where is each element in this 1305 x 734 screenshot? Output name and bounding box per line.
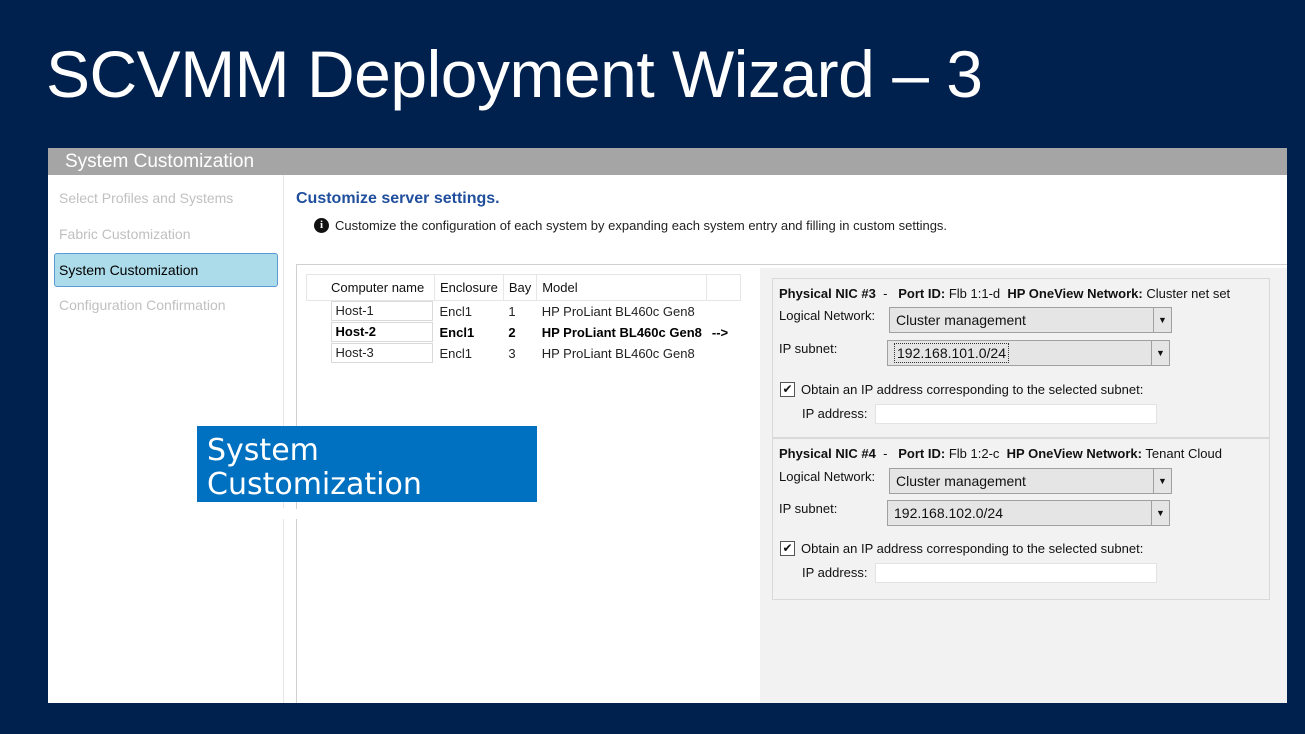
oneview-network-value: Cluster net set	[1146, 286, 1231, 301]
nav-item-system-customization[interactable]: System Customization	[54, 253, 278, 287]
nic-settings-area: Physical NIC #3 - Port ID: Flb 1:1-d HP …	[760, 268, 1287, 703]
ip-address-input[interactable]	[875, 404, 1157, 424]
callout-box: System Customization - Set names and IP …	[197, 426, 537, 524]
slide-title: SCVMM Deployment Wizard – 3	[46, 37, 983, 111]
chevron-down-icon[interactable]: ▼	[1151, 341, 1169, 365]
window-title: System Customization	[48, 148, 1287, 175]
chevron-down-icon[interactable]: ▼	[1153, 308, 1171, 332]
nic-header: Physical NIC #4 - Port ID: Flb 1:2-c HP …	[779, 446, 1222, 461]
column-header-bay[interactable]: Bay	[502, 274, 538, 301]
computer-name-input[interactable]: Host-3	[330, 343, 433, 363]
nic-label: Physical NIC #4	[779, 446, 876, 461]
nic-header: Physical NIC #3 - Port ID: Flb 1:1-d HP …	[779, 286, 1230, 301]
computer-name-input[interactable]: Host-2	[330, 322, 433, 342]
column-header-enclosure[interactable]: Enclosure	[434, 274, 504, 301]
obtain-ip-checkbox[interactable]: ✔	[780, 541, 795, 556]
bay-cell: 1	[508, 303, 516, 319]
ip-subnet-value: 192.168.101.0/24	[894, 343, 1009, 363]
nav-item-configuration-confirmation[interactable]: Configuration Confirmation	[54, 288, 278, 322]
ip-subnet-dropdown[interactable]: 192.168.101.0/24 ▼	[887, 340, 1170, 366]
ip-subnet-dropdown[interactable]: 192.168.102.0/24 ▼	[887, 500, 1170, 526]
info-icon: i	[314, 218, 329, 233]
row-marker: -->	[711, 324, 729, 340]
hosts-table-header: Computer name Enclosure Bay Model	[306, 274, 742, 301]
row-marker	[707, 301, 741, 322]
obtain-ip-label: Obtain an IP address corresponding to th…	[801, 541, 1144, 556]
nic-separator: -	[883, 286, 888, 301]
content-subtitle-text: Customize the configuration of each syst…	[335, 218, 948, 233]
enclosure-cell: Encl1	[439, 303, 473, 319]
oneview-network-value: Tenant Cloud	[1145, 446, 1222, 461]
content-subtitle: i Customize the configuration of each sy…	[314, 218, 947, 233]
nic-panel: Physical NIC #4 - Port ID: Flb 1:2-c HP …	[772, 438, 1270, 600]
logical-network-label: Logical Network:	[779, 308, 876, 323]
ip-subnet-label: IP subnet:	[779, 341, 838, 356]
column-header-computer-name[interactable]: Computer name	[306, 274, 435, 301]
logical-network-dropdown[interactable]: Cluster management ▼	[889, 468, 1172, 494]
table-row[interactable]: Host-2 Encl1 2 HP ProLiant BL460c Gen8 -…	[307, 322, 741, 343]
hosts-table: Computer name Enclosure Bay Model Host-1…	[306, 274, 742, 364]
nav-item-fabric-customization[interactable]: Fabric Customization	[54, 217, 278, 251]
nic-separator: -	[883, 446, 888, 461]
model-cell: HP ProLiant BL460c Gen8	[541, 345, 695, 361]
logical-network-value: Cluster management	[896, 473, 1026, 489]
chevron-down-icon[interactable]: ▼	[1153, 469, 1171, 493]
obtain-ip-checkbox[interactable]: ✔	[780, 382, 795, 397]
port-id-label: Port ID:	[898, 286, 946, 301]
nic-label: Physical NIC #3	[779, 286, 876, 301]
row-marker	[707, 343, 741, 364]
computer-name-input[interactable]: Host-1	[330, 301, 433, 322]
ip-address-label: IP address:	[802, 406, 868, 421]
nav-item-select-profiles[interactable]: Select Profiles and Systems	[54, 181, 278, 215]
obtain-ip-label: Obtain an IP address corresponding to th…	[801, 382, 1144, 397]
logical-network-dropdown[interactable]: Cluster management ▼	[889, 307, 1172, 333]
nic-panel: Physical NIC #3 - Port ID: Flb 1:1-d HP …	[772, 278, 1270, 438]
ip-address-label: IP address:	[802, 565, 868, 580]
port-id-label: Port ID:	[898, 446, 946, 461]
logical-network-value: Cluster management	[896, 312, 1026, 328]
oneview-network-label: HP OneView Network:	[1007, 286, 1143, 301]
bay-cell: 2	[508, 324, 516, 340]
ip-address-input[interactable]	[875, 563, 1157, 583]
table-row[interactable]: Host-3 Encl1 3 HP ProLiant BL460c Gen8	[307, 343, 741, 364]
callout-subtitle: - Set names and IP addresses	[207, 502, 489, 524]
oneview-network-label: HP OneView Network:	[1006, 446, 1142, 461]
callout-title: System Customization	[207, 433, 422, 502]
ip-subnet-label: IP subnet:	[779, 501, 838, 516]
content-header: Customize server settings.	[296, 190, 500, 207]
table-row[interactable]: Host-1 Encl1 1 HP ProLiant BL460c Gen8	[307, 301, 741, 322]
model-cell: HP ProLiant BL460c Gen8	[541, 303, 695, 319]
enclosure-cell: Encl1	[439, 345, 473, 361]
chevron-down-icon[interactable]: ▼	[1151, 501, 1169, 525]
port-id-value: Flb 1:2-c	[948, 446, 1000, 461]
column-header-marker	[706, 274, 742, 301]
ip-subnet-value: 192.168.102.0/24	[894, 505, 1003, 521]
model-cell: HP ProLiant BL460c Gen8	[541, 324, 702, 340]
column-header-model[interactable]: Model	[536, 274, 708, 301]
port-id-value: Flb 1:1-d	[948, 286, 1001, 301]
bay-cell: 3	[508, 345, 516, 361]
logical-network-label: Logical Network:	[779, 469, 876, 484]
enclosure-cell: Encl1	[439, 324, 475, 340]
